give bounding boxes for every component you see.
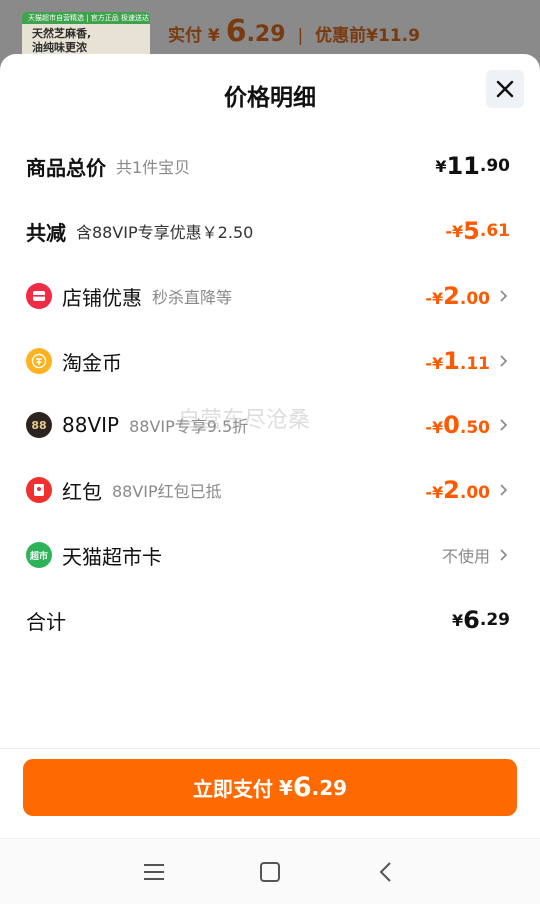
pay-now-button[interactable]: 立即支付 ¥6.29 <box>23 759 517 816</box>
reduce-sym: -¥ <box>445 221 464 241</box>
background-price: 实付 ¥ 6.29 | 优惠前¥11.9 <box>168 14 420 49</box>
reduce-sub: 含88VIP专享优惠￥2.50 <box>76 223 254 242</box>
before-amount: ¥11.9 <box>366 26 420 46</box>
coin-sym: -¥ <box>425 354 444 373</box>
shop-icon <box>26 283 52 309</box>
nav-back-button[interactable] <box>370 857 400 887</box>
row-sum: 合计 ¥6.29 <box>26 600 510 640</box>
system-nav-bar <box>0 838 540 904</box>
row-redpack[interactable]: 红包 88VIP红包已抵 -¥2.00 <box>26 470 510 510</box>
close-button[interactable] <box>486 70 524 108</box>
sum-amount: ¥6.29 <box>452 606 510 634</box>
shop-amount-wrap: -¥2.00 <box>425 282 510 310</box>
total-label: 商品总价 <box>26 155 106 180</box>
chevron-right-icon <box>500 355 508 367</box>
pay-dec: .29 <box>246 22 286 47</box>
footer-divider <box>0 748 540 749</box>
close-icon <box>496 80 514 98</box>
shop-sub: 秒杀直降等 <box>152 288 233 307</box>
total-sub: 共1件宝贝 <box>116 158 191 177</box>
pay-button-sym: ¥ <box>278 775 293 800</box>
shop-label: 店铺优惠 <box>62 285 142 310</box>
thumbnail-text-2: 油纯味更浓 <box>32 41 87 54</box>
vip-amount-wrap: -¥0.50 <box>425 411 510 439</box>
thumbnail-banner: 天猫超市自营精选 | 官方正品 极速送达 <box>22 12 150 24</box>
coin-amount-wrap: -¥1.11 <box>425 347 510 375</box>
redpack-amount-wrap: -¥2.00 <box>425 476 510 504</box>
shop-sym: -¥ <box>425 289 444 308</box>
pay-button-label: 立即支付 <box>192 777 273 801</box>
chevron-right-icon <box>500 549 508 561</box>
coin-int: 1 <box>443 347 460 375</box>
price-detail-sheet: 价格明细 商品总价 共1件宝贝 ¥11.90 共减 含88VIP专享优惠￥2.5… <box>0 54 540 904</box>
thumbnail-text-1: 天然芝麻香, <box>32 27 92 40</box>
row-shop-discount[interactable]: 店铺优惠 秒杀直降等 -¥2.00 <box>26 276 510 316</box>
reduce-label: 共减 <box>26 220 66 245</box>
pay-button-dec: .29 <box>311 775 348 800</box>
card-label: 天猫超市卡 <box>62 544 162 569</box>
total-int: 11 <box>446 152 480 180</box>
reduce-int: 5 <box>463 217 480 245</box>
coin-dec: .11 <box>459 354 490 374</box>
reduce-dec: .61 <box>479 221 510 241</box>
chevron-right-icon <box>500 290 508 302</box>
sum-dec: .29 <box>479 610 510 630</box>
total-sym: ¥ <box>435 156 447 176</box>
redpack-sub: 88VIP红包已抵 <box>112 482 222 501</box>
sum-int: 6 <box>463 606 480 634</box>
pay-int: 6 <box>225 14 247 49</box>
before-label: 优惠前 <box>315 26 367 46</box>
menu-icon <box>144 864 164 880</box>
sum-label: 合计 <box>26 609 66 634</box>
pay-symbol: ¥ <box>207 26 220 46</box>
card-status: 不使用 <box>441 547 490 566</box>
shop-amount: -¥2.00 <box>425 282 490 310</box>
nav-menu-button[interactable] <box>139 857 169 887</box>
reduce-amount: -¥ 5.61 <box>445 217 510 245</box>
row-total-price: 商品总价 共1件宝贝 ¥11.90 <box>26 146 510 186</box>
shop-dec: .00 <box>459 289 490 309</box>
vip-amount: -¥0.50 <box>425 411 490 439</box>
vip-label: 88VIP <box>62 413 120 437</box>
pay-label: 实付 <box>168 26 202 46</box>
total-amount: ¥11.90 <box>435 152 510 180</box>
coin-amount: -¥1.11 <box>425 347 490 375</box>
total-dec: .90 <box>479 156 510 176</box>
pay-button-int: 6 <box>292 772 312 803</box>
sum-sym: ¥ <box>452 610 464 630</box>
shop-int: 2 <box>443 282 460 310</box>
redpack-sym: -¥ <box>425 483 444 502</box>
watermark-text: 自营东尽沧桑 <box>178 408 311 433</box>
vip-dec: .50 <box>459 418 490 438</box>
price-separator: | <box>297 26 304 46</box>
sheet-title: 价格明细 <box>224 85 316 111</box>
card-right-wrap: 不使用 <box>442 543 510 567</box>
row-total-reduce: 共减 含88VIP专享优惠￥2.50 -¥ 5.61 <box>26 211 510 251</box>
chevron-right-icon <box>500 484 508 496</box>
vip-icon: 88 <box>26 412 52 438</box>
nav-home-button[interactable] <box>255 857 285 887</box>
redpack-int: 2 <box>443 476 460 504</box>
home-icon <box>260 862 280 882</box>
coin-label: 淘金币 <box>62 350 122 375</box>
redpack-dec: .00 <box>459 483 490 503</box>
row-taojinbi[interactable]: 淘金币 -¥1.11 <box>26 341 510 381</box>
redpack-amount: -¥2.00 <box>425 476 490 504</box>
redpack-label: 红包 <box>62 479 102 504</box>
coin-icon <box>26 348 52 374</box>
redpack-icon <box>26 477 52 503</box>
chevron-right-icon <box>500 419 508 431</box>
vip-sym: -¥ <box>425 418 444 437</box>
market-card-icon: 超市 <box>26 542 52 568</box>
row-tmall-market-card[interactable]: 超市 天猫超市卡 不使用 <box>26 535 510 575</box>
back-icon <box>379 862 391 882</box>
vip-int: 0 <box>443 411 460 439</box>
